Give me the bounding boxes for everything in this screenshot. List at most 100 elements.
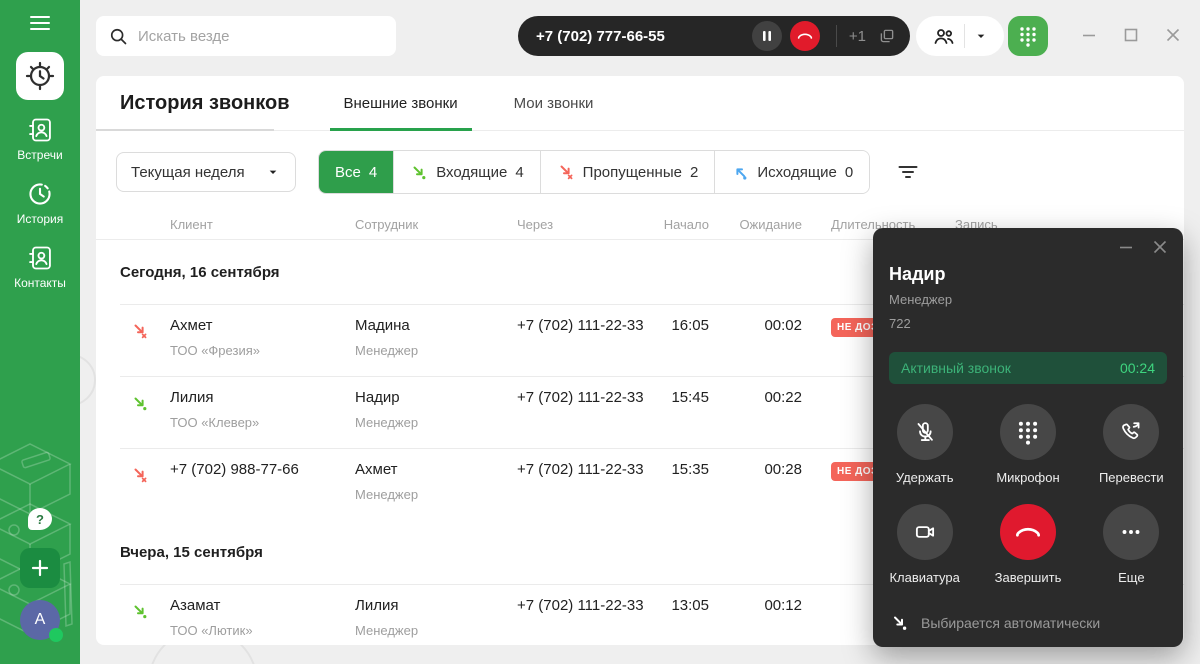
divider (963, 24, 965, 48)
close-window-button[interactable] (1164, 26, 1182, 44)
more-button[interactable]: Еще (1103, 504, 1160, 585)
online-status-dot (49, 628, 63, 642)
client-name: Лилия (170, 389, 214, 406)
via-number: +7 (702) 111-22-33 (517, 389, 644, 406)
wait-time: 00:22 (764, 389, 802, 406)
call-action-label: Клавиатура (889, 570, 960, 585)
chevron-down-icon (977, 34, 984, 38)
missed-call-icon (134, 468, 147, 483)
period-value: Текущая неделя (131, 163, 245, 181)
dialpad-icon (1018, 421, 1038, 445)
popup-close-button[interactable] (1151, 238, 1169, 256)
filter-icon[interactable] (896, 160, 920, 184)
popup-window-controls (1117, 238, 1169, 256)
end-call-button[interactable]: Завершить (995, 504, 1061, 585)
add-button[interactable] (20, 548, 60, 588)
pause-icon (762, 31, 771, 41)
sidebar-item-meetings[interactable]: Встречи (0, 116, 80, 162)
chevron-down-icon (269, 170, 277, 174)
wait-time: 00:02 (764, 317, 802, 334)
panel-header: История звонков Внешние звонки Мои звонк… (96, 76, 1184, 131)
segment-outgoing[interactable]: Исходящие 0 (714, 151, 870, 193)
sidebar-item-label: История (16, 212, 64, 226)
call-action-label: Еще (1118, 570, 1145, 585)
start-time: 16:05 (671, 317, 709, 334)
start-time: 15:45 (671, 389, 709, 406)
sidebar-item-call-history-active[interactable] (16, 52, 64, 100)
help-button[interactable]: ? (28, 508, 52, 530)
extra-call-badge: +1 (848, 27, 866, 45)
user-avatar[interactable]: А (20, 600, 63, 642)
global-search[interactable] (96, 16, 396, 56)
call-status-label: Активный звонок (901, 360, 1011, 376)
incoming-line-icon (894, 616, 907, 630)
line-selection-hint: Выбирается автоматически (891, 614, 1100, 632)
segment-count: 2 (689, 163, 699, 181)
sidebar-item-contacts[interactable]: Контакты (0, 244, 80, 290)
tab-external-calls[interactable]: Внешние звонки (329, 76, 472, 131)
contacts-dropdown-button[interactable] (916, 16, 1004, 56)
microphone-button[interactable]: Микрофон (996, 404, 1060, 485)
wait-time: 00:12 (764, 597, 802, 614)
history-clock-icon (29, 183, 51, 205)
start-time: 13:05 (671, 597, 709, 614)
client-name: Азамат (170, 597, 221, 614)
client-company: ТОО «Лютик» (170, 623, 253, 638)
menu-hamburger-button[interactable] (30, 15, 50, 31)
maximize-window-button[interactable] (1122, 26, 1140, 44)
client-company: ТОО «Клевер» (170, 415, 260, 430)
filter-row: Текущая неделя Все 4 Входящие 4 Пропущен… (116, 150, 1184, 194)
incoming-call-icon (134, 605, 147, 619)
hangup-call-button[interactable] (789, 21, 820, 51)
sidebar-item-label: Встречи (17, 148, 63, 162)
call-timer: 00:24 (1119, 360, 1155, 376)
plus-icon (31, 559, 49, 577)
active-call-status-banner: Активный звонок 00:24 (889, 352, 1167, 384)
page-title: История звонков (120, 91, 290, 114)
minimize-window-button[interactable] (1080, 26, 1098, 44)
sidebar: Встречи История Контакты ? А (0, 0, 80, 664)
hold-call-button[interactable] (751, 21, 782, 51)
segment-count: 4 (515, 163, 524, 181)
employee-name: Ахмет (355, 461, 398, 478)
sidebar-item-history[interactable]: История (0, 180, 80, 226)
callee-extension: 722 (889, 316, 911, 331)
dialpad-icon (1020, 27, 1036, 47)
employee-name: Мадина (355, 317, 410, 334)
tabs: Внешние звонки Мои звонки (329, 76, 608, 131)
tab-my-calls[interactable]: Мои звонки (500, 76, 608, 130)
title-underline (96, 129, 274, 131)
col-wait: Ожидание (739, 217, 802, 232)
segment-missed[interactable]: Пропущенные 2 (539, 151, 715, 193)
transfer-button[interactable]: Перевести (1099, 404, 1164, 485)
incoming-call-icon (413, 166, 426, 180)
hold-button[interactable]: Удержать (896, 404, 953, 485)
segment-all[interactable]: Все 4 (319, 151, 394, 193)
col-via: Через (517, 217, 554, 232)
divider (835, 25, 837, 47)
dialpad-button[interactable] (1008, 16, 1048, 56)
employee-role: Менеджер (355, 487, 419, 502)
period-select[interactable]: Текущая неделя (116, 152, 296, 192)
line-selection-text: Выбирается автоматически (921, 615, 1101, 631)
via-number: +7 (702) 111-22-33 (517, 597, 644, 614)
people-icon (934, 29, 953, 44)
search-input[interactable] (138, 27, 368, 45)
call-history-clock-icon (25, 61, 55, 91)
client-name: +7 (702) 988-77-66 (170, 461, 299, 478)
popup-minimize-button[interactable] (1117, 238, 1135, 256)
call-actions-grid: Удержать Микрофон Перевести Клавиатура З… (873, 404, 1183, 585)
missed-call-icon (560, 165, 573, 180)
segment-incoming[interactable]: Входящие 4 (393, 151, 540, 193)
segment-count: 4 (368, 163, 378, 181)
call-action-label: Перевести (1098, 470, 1164, 485)
employee-name: Надир (355, 389, 400, 406)
keyboard-button[interactable]: Клавиатура (889, 504, 960, 585)
employee-name: Лилия (355, 597, 399, 614)
transfer-call-icon (1122, 422, 1140, 440)
missed-call-icon (134, 324, 147, 339)
active-call-popup: Надир Менеджер 722 Активный звонок 00:24… (873, 228, 1183, 647)
segment-label: Исходящие (757, 163, 837, 181)
expand-calls-icon[interactable] (878, 27, 896, 45)
client-company: ТОО «Фрезия» (170, 343, 260, 358)
